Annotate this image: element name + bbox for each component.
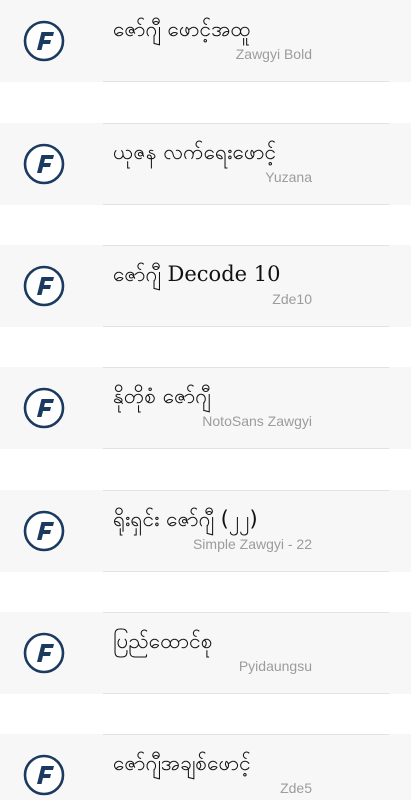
divider	[103, 367, 389, 368]
divider	[103, 734, 389, 735]
font-item-title: ဇော်ဂျီအချစ်ဖောင့်	[113, 751, 251, 775]
font-item-simple-zawgyi-22[interactable]: ရိုးရှင်း ဇော်ဂျီ (၂၂) Simple Zawgyi - 2…	[0, 490, 411, 572]
font-item-zde10[interactable]: ဇော်ဂျီ Decode 10 Zde10	[0, 245, 411, 327]
font-item-title: ယုဇန လက်ရေးဖောင့်	[113, 140, 277, 164]
font-item-yuzana[interactable]: ယုဇန လက်ရေးဖောင့် Yuzana	[0, 123, 411, 205]
divider	[103, 612, 389, 613]
font-f-logo-icon	[23, 387, 65, 429]
font-list: ဇော်ဂျီ ဖောင့်အထူ Zawgyi Bold ယုဇန လက်ရေ…	[0, 0, 411, 800]
divider	[103, 204, 389, 205]
divider	[103, 245, 389, 246]
divider	[103, 490, 389, 491]
divider	[103, 693, 389, 694]
font-item-title: ပြည်ထောင်စု	[113, 629, 213, 653]
font-item-subtitle: Zde5	[280, 780, 312, 796]
font-f-logo-icon	[23, 632, 65, 674]
font-item-subtitle: Zawgyi Bold	[235, 46, 312, 62]
divider	[103, 571, 389, 572]
font-f-logo-icon	[23, 754, 65, 796]
font-item-pyidaungsu[interactable]: ပြည်ထောင်စု Pyidaungsu	[0, 612, 411, 694]
font-item-zde5[interactable]: ဇော်ဂျီအချစ်ဖောင့် Zde5	[0, 734, 411, 800]
divider	[103, 448, 389, 449]
font-item-zawgyi-bold[interactable]: ဇော်ဂျီ ဖောင့်အထူ Zawgyi Bold	[0, 0, 411, 82]
font-item-title: ဇော်ဂျီ Decode 10	[113, 262, 281, 286]
font-item-title: နိုတိုစံ ဇော်ဂျီ	[113, 384, 211, 408]
divider	[103, 326, 389, 327]
font-f-logo-icon	[23, 143, 65, 185]
font-item-subtitle: Yuzana	[265, 169, 312, 185]
font-item-subtitle: Zde10	[272, 291, 312, 307]
font-f-logo-icon	[23, 20, 65, 62]
font-item-subtitle: Pyidaungsu	[238, 658, 312, 674]
font-item-subtitle: NotoSans Zawgyi	[202, 413, 312, 429]
font-item-notosans-zawgyi[interactable]: နိုတိုစံ ဇော်ဂျီ NotoSans Zawgyi	[0, 367, 411, 449]
font-f-logo-icon	[23, 510, 65, 552]
font-item-title: ရိုးရှင်း ဇော်ဂျီ (၂၂)	[113, 507, 258, 531]
font-item-title: ဇော်ဂျီ ဖောင့်အထူ	[113, 17, 251, 41]
divider	[103, 81, 389, 82]
font-item-subtitle: Simple Zawgyi - 22	[192, 536, 312, 552]
divider	[103, 123, 389, 124]
font-f-logo-icon	[23, 265, 65, 307]
